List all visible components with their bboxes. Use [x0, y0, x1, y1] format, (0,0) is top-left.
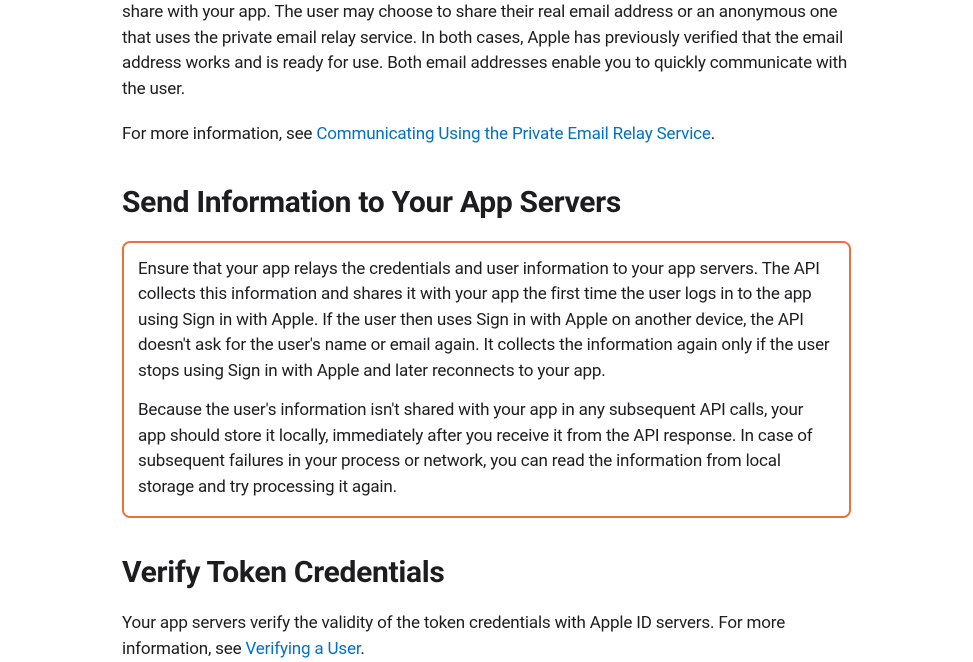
send-info-heading: Send Information to Your App Servers — [122, 180, 851, 225]
verifying-user-link[interactable]: Verifying a User — [246, 639, 361, 659]
more-info-paragraph: For more information, see Communicating … — [122, 122, 851, 148]
verify-token-heading: Verify Token Credentials — [122, 550, 851, 595]
period-text: . — [711, 124, 715, 144]
period-text-2: . — [360, 639, 364, 659]
verify-token-paragraph: Your app servers verify the validity of … — [122, 611, 851, 662]
send-info-para1: Ensure that your app relays the credenti… — [138, 257, 835, 385]
important-callout: Ensure that your app relays the credenti… — [122, 241, 851, 519]
verify-prefix: Your app servers verify the validity of … — [122, 613, 785, 659]
more-info-prefix: For more information, see — [122, 124, 316, 144]
private-email-relay-link[interactable]: Communicating Using the Private Email Re… — [316, 124, 710, 144]
send-info-para2: Because the user's information isn't sha… — [138, 398, 835, 500]
email-relay-paragraph: share with your app. The user may choose… — [122, 0, 851, 102]
